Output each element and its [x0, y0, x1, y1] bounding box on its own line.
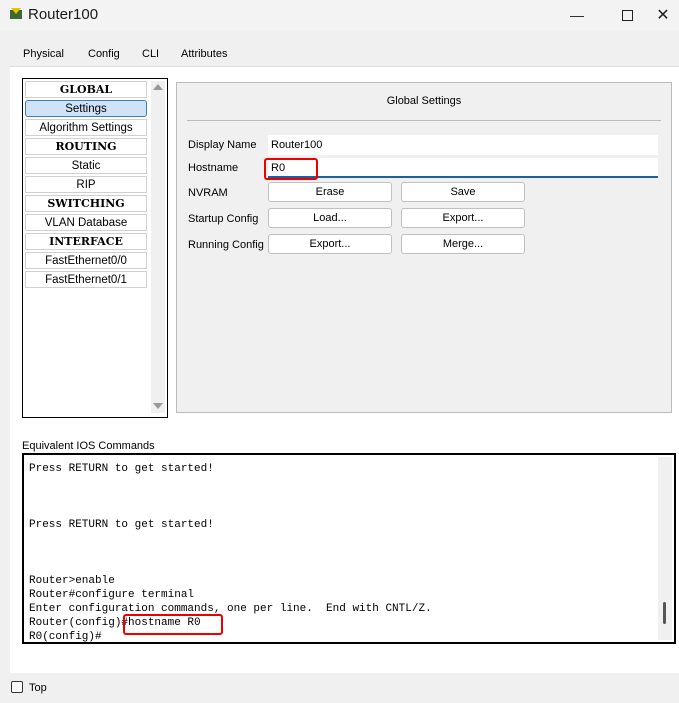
scroll-down-arrow-icon[interactable]	[153, 403, 163, 409]
global-settings-panel: Global Settings Display Name Router100 H…	[176, 82, 672, 413]
global-settings-title: Global Settings	[386, 95, 462, 107]
sidebar-item-settings[interactable]: Settings	[25, 100, 147, 117]
hostname-label: Hostname	[188, 162, 239, 174]
erase-button[interactable]: Erase	[268, 182, 392, 202]
sidebar-header-routing: ROUTING	[25, 138, 147, 155]
sidebar-header-interface: INTERFACE	[25, 233, 147, 250]
sidebar-item-static[interactable]: Static	[25, 157, 147, 174]
sidebar-header-switching: SWITCHING	[25, 195, 147, 212]
sidebar-item-fastethernet0-0[interactable]: FastEthernet0/0	[25, 252, 147, 269]
tab-cli[interactable]: CLI	[138, 44, 163, 66]
maximize-icon[interactable]	[607, 4, 647, 26]
bottom-bar	[0, 675, 679, 703]
router-app-icon	[10, 8, 22, 19]
sidebar-item-algorithm-settings[interactable]: Algorithm Settings	[25, 119, 147, 136]
top-checkbox[interactable]	[11, 681, 23, 693]
load-button[interactable]: Load...	[268, 208, 392, 228]
console-line: Router#configure terminal	[29, 589, 195, 601]
sidebar-item-rip[interactable]: RIP	[25, 176, 147, 193]
save-button[interactable]: Save	[401, 182, 525, 202]
console-prompt-line: R0(config)#	[29, 631, 102, 643]
sidebar-item-vlan-database[interactable]: VLAN Database	[25, 214, 147, 231]
tab-config[interactable]: Config	[84, 44, 124, 68]
tab-physical[interactable]: Physical	[19, 44, 68, 66]
sidebar-list: GLOBAL Settings Algorithm Settings ROUTI…	[25, 81, 147, 290]
console-scrollbar[interactable]	[658, 457, 672, 640]
console-line: Press RETURN to get started!	[29, 463, 214, 475]
close-icon[interactable]: ✕	[643, 4, 679, 26]
sidebar-scrollbar[interactable]	[151, 81, 165, 413]
config-sidebar: GLOBAL Settings Algorithm Settings ROUTI…	[22, 78, 168, 418]
tab-attributes[interactable]: Attributes	[177, 44, 231, 66]
running-export-button[interactable]: Export...	[268, 234, 392, 254]
console-line: Press RETURN to get started!	[29, 519, 214, 531]
sidebar-header-global: GLOBAL	[25, 81, 147, 98]
ios-commands-label: Equivalent IOS Commands	[22, 440, 155, 452]
title-bar: Router100 — ✕	[0, 0, 679, 30]
ios-console[interactable]: Press RETURN to get started! Press RETUR…	[22, 453, 676, 644]
divider	[187, 120, 661, 121]
hostname-command-highlight-box	[123, 614, 223, 635]
minimize-icon[interactable]: —	[557, 4, 597, 26]
scroll-up-arrow-icon[interactable]	[153, 84, 163, 90]
nvram-label: NVRAM	[188, 187, 228, 199]
startup-config-label: Startup Config	[188, 213, 259, 225]
merge-button[interactable]: Merge...	[401, 234, 525, 254]
console-line: Router>enable	[29, 575, 115, 587]
window-title: Router100	[28, 6, 99, 23]
display-name-field[interactable]: Router100	[268, 135, 658, 155]
console-line: Enter configuration commands, one per li…	[29, 603, 432, 615]
hostname-highlight-box	[264, 158, 318, 180]
hostname-field[interactable]: R0	[268, 158, 658, 178]
startup-export-button[interactable]: Export...	[401, 208, 525, 228]
top-checkbox-label: Top	[29, 682, 47, 694]
running-config-label: Running Config	[188, 239, 264, 251]
display-name-label: Display Name	[188, 139, 257, 151]
sidebar-item-fastethernet0-1[interactable]: FastEthernet0/1	[25, 271, 147, 288]
console-scroll-thumb[interactable]	[663, 602, 666, 624]
